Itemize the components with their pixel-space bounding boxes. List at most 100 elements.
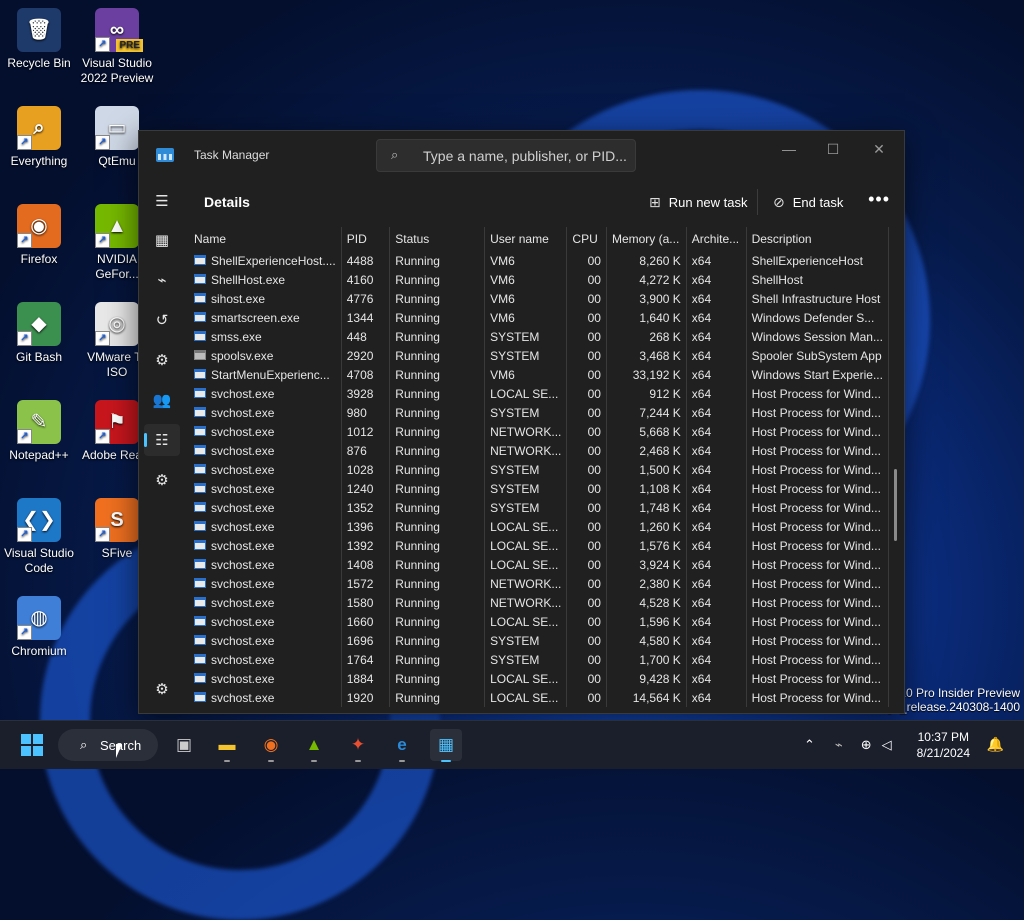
users-icon[interactable]: 👥 <box>144 384 180 416</box>
table-row[interactable]: svchost.exe 1392 Running LOCAL SE... 00 1,576… <box>189 536 889 555</box>
table-row[interactable]: svchost.exe 1696 Running SYSTEM 00 4,580 Kx64… <box>189 631 889 650</box>
title-bar[interactable]: Task Manager ⌕ — ☐ ✕ <box>139 131 904 179</box>
clock[interactable]: 10:37 PM 8/21/2024 <box>917 729 970 761</box>
table-row[interactable]: svchost.exe 1028 Running SYSTEM 00 1,500 Kx64… <box>189 460 889 479</box>
maximize-button[interactable]: ☐ <box>813 139 853 161</box>
table-row[interactable]: sihost.exe 4776 Running VM6 00 3,900 Kx64 Shel… <box>189 289 889 308</box>
desktop-icon-visual-studio-code[interactable]: ❮❯ ↗ Visual Studio Code <box>0 498 78 576</box>
table-cell: SYSTEM <box>484 650 568 669</box>
table-row[interactable]: svchost.exe 1660 Running LOCAL SE... 00 1,596… <box>189 612 889 631</box>
volume-icon[interactable]: ◁ <box>882 737 892 753</box>
table-row[interactable]: ShellHost.exe 4160 Running VM6 00 4,272 Kx64 S… <box>189 270 889 289</box>
performance-icon[interactable]: ⌁ <box>144 264 180 296</box>
table-row[interactable]: spoolsv.exe 2920 Running SYSTEM 00 3,468 Kx64… <box>189 346 889 365</box>
watermark-line2: ge_release.240308-1400 <box>886 700 1020 714</box>
settings-icon[interactable]: ⚙ <box>144 673 180 705</box>
search-box[interactable]: ⌕ <box>376 139 636 172</box>
table-row[interactable]: smss.exe 448 Running SYSTEM 00 268 Kx64 Window… <box>189 327 889 346</box>
column-header-status[interactable]: Status <box>389 227 486 251</box>
vertical-scrollbar[interactable] <box>894 469 897 541</box>
task-view-icon[interactable]: ▣ <box>168 729 200 761</box>
search-input[interactable] <box>421 146 630 166</box>
end-task-button[interactable]: ⊘ End task <box>773 191 843 213</box>
table-row[interactable]: svchost.exe 1572 Running NETWORK... 00 2,380 … <box>189 574 889 593</box>
table-row[interactable]: svchost.exe 3928 Running LOCAL SE... 00 912 K… <box>189 384 889 403</box>
column-header-description[interactable]: Description <box>746 227 889 251</box>
table-row[interactable]: svchost.exe 1884 Running LOCAL SE... 00 9,428… <box>189 669 889 688</box>
mouse-cursor <box>116 744 122 758</box>
table-row[interactable]: StartMenuExperienc... 4708 Running VM6 00 33,… <box>189 365 889 384</box>
file-explorer-icon[interactable]: ▬ <box>211 729 243 762</box>
desktop-icon-recycle-bin[interactable]: 🗑 Recycle Bin <box>0 8 78 71</box>
details-icon[interactable]: ☷ <box>144 424 180 456</box>
search-icon: ⌕ <box>391 147 399 162</box>
desktop-icon-firefox[interactable]: ◉ ↗ Firefox <box>0 204 78 267</box>
desktop-icon-notepad[interactable]: ✎ ↗ Notepad++ <box>0 400 78 463</box>
table-row[interactable]: svchost.exe 1764 Running SYSTEM 00 1,700 Kx64… <box>189 650 889 669</box>
internet-explorer-icon[interactable]: e <box>386 729 418 762</box>
table-row[interactable]: svchost.exe 1580 Running NETWORK... 00 4,528 … <box>189 593 889 612</box>
table-row[interactable]: svchost.exe 1396 Running LOCAL SE... 00 1,260… <box>189 517 889 536</box>
table-cell: Host Process for Wind... <box>746 650 889 669</box>
table-cell: x64 <box>686 555 747 574</box>
column-header-memory-a[interactable]: Memory (a... <box>606 227 687 251</box>
table-cell: Running <box>389 270 486 289</box>
network-icon[interactable]: ⌁ <box>835 737 843 753</box>
taskbar-search[interactable]: ⌕ Search <box>58 729 158 761</box>
task-manager-taskbar-icon[interactable]: ▦ <box>430 729 462 762</box>
table-cell: 1392 <box>341 536 391 555</box>
git-icon[interactable]: ✦ <box>342 729 374 762</box>
table-cell: 3928 <box>341 384 391 403</box>
process-icon <box>194 673 206 683</box>
table-cell: SYSTEM <box>484 460 568 479</box>
nvidia-icon[interactable]: ▲ <box>298 729 330 762</box>
startup-apps-icon[interactable]: ⚙ <box>144 344 180 376</box>
table-cell: 1,108 K <box>606 479 687 498</box>
table-row[interactable]: svchost.exe 980 Running SYSTEM 00 7,244 Kx64 H… <box>189 403 889 422</box>
desktop-icon-chromium[interactable]: ◍ ↗ Chromium <box>0 596 78 659</box>
table-cell: 00 <box>566 289 607 308</box>
column-header-archite[interactable]: Archite... <box>686 227 747 251</box>
start-button[interactable] <box>16 729 48 761</box>
column-header-name[interactable]: Name <box>189 227 342 251</box>
table-cell: 8,260 K <box>606 251 687 270</box>
processes-icon[interactable]: ▦ <box>144 224 180 256</box>
table-cell: 4,272 K <box>606 270 687 289</box>
table-cell: 00 <box>566 460 607 479</box>
table-row[interactable]: ShellExperienceHost.... 4488 Running VM6 00 8… <box>189 251 889 270</box>
notification-bell-icon[interactable]: 🔔 <box>987 736 1004 753</box>
services-icon[interactable]: ⚙ <box>144 464 180 496</box>
table-cell: Running <box>389 327 486 346</box>
table-row[interactable]: svchost.exe 1408 Running LOCAL SE... 00 3,924… <box>189 555 889 574</box>
more-options-icon[interactable]: ••• <box>868 189 890 210</box>
run-new-task-button[interactable]: ⊞ Run new task <box>649 191 748 213</box>
desktop-icon-git-bash[interactable]: ◆ ↗ Git Bash <box>0 302 78 365</box>
table-cell: Running <box>389 422 486 441</box>
process-name: svchost.exe <box>211 671 275 686</box>
table-row[interactable]: svchost.exe 1012 Running NETWORK... 00 5,668 … <box>189 422 889 441</box>
table-cell: x64 <box>686 612 747 631</box>
show-hidden-icons-icon[interactable]: ⌃ <box>804 737 815 753</box>
table-row[interactable]: smartscreen.exe 1344 Running VM6 00 1,640 Kx6… <box>189 308 889 327</box>
language-icon[interactable]: ⊕ <box>861 737 872 753</box>
table-cell: 1028 <box>341 460 391 479</box>
firefox-icon[interactable]: ◉ <box>255 729 287 762</box>
close-button[interactable]: ✕ <box>859 139 899 161</box>
app-history-icon[interactable]: ↺ <box>144 304 180 336</box>
column-header-user-name[interactable]: User name <box>484 227 568 251</box>
column-header-pid[interactable]: PID <box>341 227 391 251</box>
table-cell: NETWORK... <box>484 422 568 441</box>
table-row[interactable]: svchost.exe 1920 Running LOCAL SE... 00 14,56… <box>189 688 889 707</box>
table-row[interactable]: svchost.exe 1352 Running SYSTEM 00 1,748 Kx64… <box>189 498 889 517</box>
desktop-icon-everything[interactable]: ⌕ ↗ Everything <box>0 106 78 169</box>
table-row[interactable]: svchost.exe 1240 Running SYSTEM 00 1,108 Kx64… <box>189 479 889 498</box>
table-cell: x64 <box>686 593 747 612</box>
minimize-button[interactable]: — <box>769 139 809 161</box>
table-row[interactable]: svchost.exe 876 Running NETWORK... 00 2,468 K… <box>189 441 889 460</box>
end-task-icon: ⊘ <box>773 193 785 210</box>
table-cell: sihost.exe <box>189 289 342 308</box>
table-cell: Running <box>389 365 486 384</box>
hamburger-menu-icon[interactable]: ☰ <box>144 185 180 217</box>
desktop-icon-visual-studio-2022-preview[interactable]: ∞ ↗ PRE Visual Studio 2022 Preview <box>78 8 156 86</box>
column-header-cpu[interactable]: CPU <box>566 227 607 251</box>
